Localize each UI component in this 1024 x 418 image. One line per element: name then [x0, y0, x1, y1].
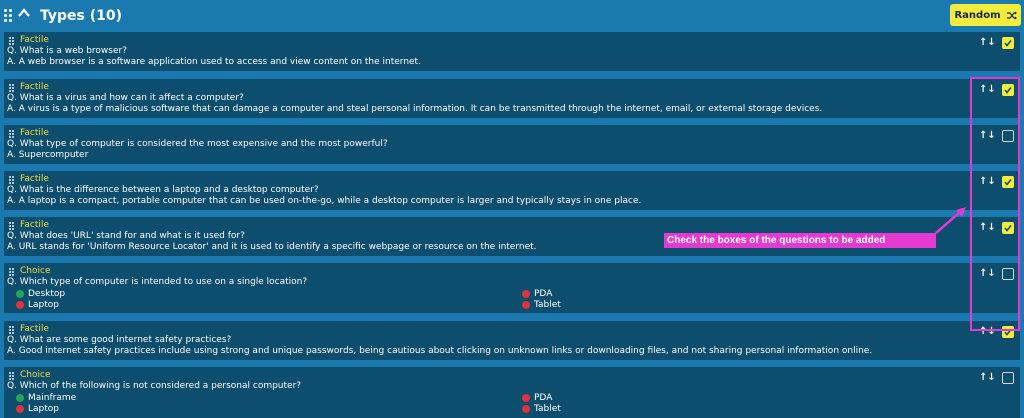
annotation-callout: Check the boxes of the questions to be a…	[664, 233, 936, 248]
annotation-arrow-icon	[935, 207, 966, 234]
